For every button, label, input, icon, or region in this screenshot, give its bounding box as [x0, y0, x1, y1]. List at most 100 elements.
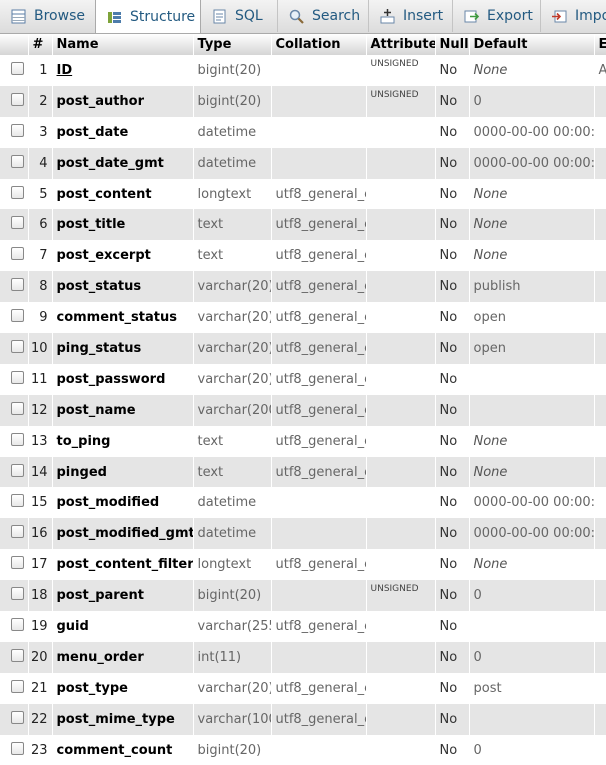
row-checkbox[interactable] [0, 641, 29, 673]
column-name[interactable]: post_modified [52, 487, 194, 519]
table-row[interactable]: 15 post_modified datetime No 0000-00-00 00:0… [0, 487, 606, 519]
table-row[interactable]: 14 pinged text utf8_general_ci No None [0, 456, 606, 488]
row-select-checkbox[interactable] [11, 525, 24, 539]
header-type[interactable]: Type [193, 34, 272, 55]
row-checkbox[interactable] [0, 209, 29, 241]
column-name[interactable]: post_author [52, 85, 194, 117]
row-checkbox[interactable] [0, 333, 29, 364]
column-name[interactable]: comment_count [52, 734, 194, 765]
row-select-checkbox[interactable] [11, 617, 24, 631]
row-select-checkbox[interactable] [11, 494, 24, 508]
row-checkbox[interactable] [0, 147, 29, 179]
tab-structure[interactable]: Structure [95, 0, 201, 33]
column-name[interactable]: post_name [52, 394, 194, 426]
row-select-checkbox[interactable] [11, 463, 24, 477]
row-select-checkbox[interactable] [11, 648, 24, 662]
column-name[interactable]: to_ping [52, 425, 194, 457]
row-checkbox[interactable] [0, 549, 29, 581]
row-checkbox[interactable] [0, 734, 29, 765]
table-row[interactable]: 9 comment_status varchar(20) utf8_general_c… [0, 302, 606, 334]
row-checkbox[interactable] [0, 271, 29, 303]
table-row[interactable]: 3post_datedatetime No0000-00-00 00:00:00 [0, 116, 606, 148]
column-name[interactable]: post_modified_gmt [52, 518, 194, 550]
column-name[interactable]: post_status [52, 271, 194, 303]
column-name[interactable]: post_mime_type [52, 703, 194, 735]
row-select-checkbox[interactable] [11, 741, 24, 755]
column-name[interactable]: menu_order [52, 641, 194, 673]
tab-browse[interactable]: Browse [0, 0, 96, 32]
column-name[interactable]: post_date_gmt [52, 147, 194, 179]
table-row[interactable]: 17post_content_filteredlongtextutf8_gene… [0, 549, 606, 581]
row-checkbox[interactable] [0, 487, 29, 519]
row-select-checkbox[interactable] [11, 247, 24, 261]
row-select-checkbox[interactable] [11, 710, 24, 724]
column-name[interactable]: comment_status [52, 302, 194, 334]
row-select-checkbox[interactable] [11, 401, 24, 415]
column-name[interactable]: ping_status [52, 333, 194, 364]
table-row[interactable]: 13 to_ping text utf8_general_ci No None [0, 425, 606, 457]
row-checkbox[interactable] [0, 85, 29, 117]
table-row[interactable]: 6 post_title text utf8_general_ci No None [0, 209, 606, 241]
table-row[interactable]: 16 post_modified_gmt datetime No 0000-00-00 … [0, 518, 606, 550]
column-name[interactable]: post_excerpt [52, 240, 194, 272]
header-collation[interactable]: Collation [271, 34, 367, 55]
tab-export[interactable]: Export [453, 0, 541, 32]
row-checkbox[interactable] [0, 611, 29, 642]
column-name[interactable]: post_content [52, 178, 194, 210]
table-row[interactable]: 10 ping_status varchar(20) utf8_general_ci N… [0, 333, 606, 364]
row-select-checkbox[interactable] [11, 432, 24, 446]
column-name[interactable]: post_title [52, 209, 194, 241]
row-checkbox[interactable] [0, 302, 29, 334]
row-select-checkbox[interactable] [11, 154, 24, 168]
column-name[interactable]: post_password [52, 363, 194, 395]
row-checkbox[interactable] [0, 703, 29, 735]
tab-import[interactable]: Impo [541, 0, 606, 32]
row-select-checkbox[interactable] [11, 278, 24, 292]
row-checkbox[interactable] [0, 116, 29, 148]
table-row[interactable]: 22post_mime_typevarchar(100)utf8_general… [0, 703, 606, 735]
table-row[interactable]: 7 post_excerpt text utf8_general_ci No None [0, 240, 606, 272]
header-attributes[interactable]: Attributes [366, 34, 436, 55]
row-checkbox[interactable] [0, 363, 29, 395]
table-row[interactable]: 4 post_date_gmt datetime No 0000-00-00 00:00… [0, 147, 606, 179]
row-select-checkbox[interactable] [11, 185, 24, 199]
table-row[interactable]: 12post_namevarchar(200)utf8_general_ci No [0, 394, 606, 426]
table-row[interactable]: 1IDbigint(20) UNSIGNEDNoNoneA [0, 55, 606, 86]
row-select-checkbox[interactable] [11, 587, 24, 601]
column-name[interactable]: post_content_filtered [52, 549, 194, 581]
row-checkbox[interactable] [0, 394, 29, 426]
header-name[interactable]: Name [52, 34, 194, 55]
column-name[interactable]: ID [52, 55, 194, 86]
row-select-checkbox[interactable] [11, 339, 24, 353]
column-name[interactable]: guid [52, 611, 194, 642]
table-row[interactable]: 21 post_type varchar(20) utf8_general_ci No p… [0, 672, 606, 704]
row-checkbox[interactable] [0, 456, 29, 488]
row-checkbox[interactable] [0, 55, 29, 86]
tab-search[interactable]: Search [278, 0, 369, 32]
header-null[interactable]: Null [435, 34, 470, 55]
tab-sql[interactable]: SQL [201, 0, 278, 32]
column-name[interactable]: pinged [52, 456, 194, 488]
table-row[interactable]: 11 post_password varchar(20) utf8_general_c… [0, 363, 606, 395]
table-row[interactable]: 18 post_parent bigint(20) UNSIGNED No 0 [0, 580, 606, 612]
table-row[interactable]: 2 post_author bigint(20) UNSIGNED No 0 [0, 85, 606, 117]
row-checkbox[interactable] [0, 580, 29, 612]
table-row[interactable]: 20 menu_order int(11) No 0 [0, 641, 606, 673]
row-checkbox[interactable] [0, 240, 29, 272]
row-checkbox[interactable] [0, 178, 29, 210]
row-select-checkbox[interactable] [11, 61, 24, 75]
header-number[interactable]: # [28, 34, 53, 55]
tab-insert[interactable]: Insert [369, 0, 453, 32]
table-row[interactable]: 19guidvarchar(255)utf8_general_ci No [0, 611, 606, 642]
table-row[interactable]: 23 comment_count bigint(20) No 0 [0, 734, 606, 765]
row-checkbox[interactable] [0, 425, 29, 457]
header-default[interactable]: Default [469, 34, 595, 55]
row-select-checkbox[interactable] [11, 679, 24, 693]
row-checkbox[interactable] [0, 672, 29, 704]
table-row[interactable]: 8 post_status varchar(20) utf8_general_ci No… [0, 271, 606, 303]
row-select-checkbox[interactable] [11, 123, 24, 137]
column-name[interactable]: post_type [52, 672, 194, 704]
row-select-checkbox[interactable] [11, 92, 24, 106]
row-checkbox[interactable] [0, 518, 29, 550]
row-select-checkbox[interactable] [11, 309, 24, 323]
